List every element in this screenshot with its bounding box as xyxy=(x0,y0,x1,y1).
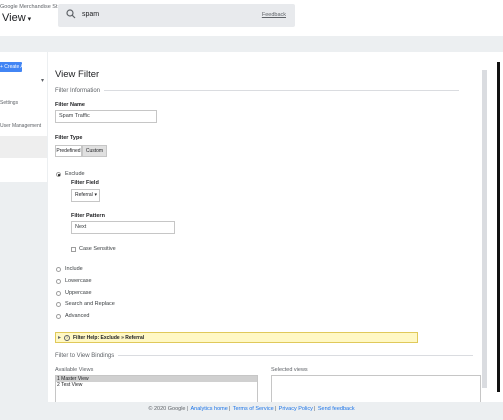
radio-search-and-replace[interactable] xyxy=(56,302,61,307)
radio-advanced[interactable] xyxy=(56,314,61,319)
right-edge xyxy=(490,52,503,402)
section-title: Filter to View Bindings xyxy=(55,353,115,359)
radio-exclude[interactable] xyxy=(56,172,61,177)
search-input[interactable]: spam xyxy=(82,11,99,18)
copyright: © 2020 Google xyxy=(148,406,186,412)
option-uppercase: Uppercase xyxy=(65,290,92,296)
create-account-button[interactable]: + Create Account xyxy=(0,62,22,72)
caret-down-icon: ▾ xyxy=(94,192,97,198)
option-advanced: Advanced xyxy=(65,313,90,319)
option-search-and-replace: Search and Replace xyxy=(65,301,115,307)
terms-of-service-link[interactable]: Terms of Service xyxy=(233,406,274,412)
selected-views-label: Selected views xyxy=(271,367,308,373)
option-include: Include xyxy=(65,266,83,272)
sidebar-item-user-management[interactable]: User Management xyxy=(0,123,41,129)
available-views-label: Available Views xyxy=(55,367,94,373)
filter-help-text: Filter Help: Exclude » Referral xyxy=(73,335,145,341)
analytics-home-link[interactable]: Analytics home xyxy=(190,406,227,412)
page-title: View Filter xyxy=(55,69,100,80)
filter-help-bar[interactable]: ▸ ? Filter Help: Exclude » Referral xyxy=(55,332,418,343)
feedback-link[interactable]: Feedback xyxy=(262,12,286,18)
caret-right-icon: ▸ xyxy=(58,335,62,341)
footer: © 2020 Google| Analytics home| Terms of … xyxy=(0,402,503,420)
search-icon xyxy=(66,9,76,19)
filter-name-input[interactable]: Spam Traffic xyxy=(55,110,157,123)
option-lowercase: Lowercase xyxy=(65,278,92,284)
caret-down-icon: ▾ xyxy=(27,16,32,23)
view-filter-card: View Filter Filter Information Filter Na… xyxy=(48,52,490,402)
filter-type-custom[interactable]: Custom xyxy=(82,145,107,157)
filter-field-value: Referral xyxy=(75,192,93,198)
account-name[interactable]: Google Merchandise St... xyxy=(0,4,62,10)
filter-type-predefined[interactable]: Predefined xyxy=(55,145,82,157)
caret-down-icon[interactable]: ▾ xyxy=(41,77,44,84)
view-label: View xyxy=(2,12,26,24)
exclude-label: Exclude xyxy=(65,171,85,177)
radio-uppercase[interactable] xyxy=(56,291,61,296)
search-box[interactable]: spam Feedback xyxy=(58,4,295,27)
section-filter-information: Filter Information xyxy=(55,88,460,94)
view-selector[interactable]: View ▾ xyxy=(2,12,31,24)
case-sensitive-label: Case Sensitive xyxy=(79,246,116,252)
admin-left-panel: + Create Account ▾ Settings User Managem… xyxy=(0,52,47,182)
filter-name-label: Filter Name xyxy=(55,102,85,108)
filter-type-label: Filter Type xyxy=(55,135,83,141)
selected-views-list[interactable] xyxy=(271,375,481,402)
send-feedback-link[interactable]: Send feedback xyxy=(318,406,355,412)
help-icon: ? xyxy=(64,334,70,341)
case-sensitive-checkbox[interactable] xyxy=(71,247,76,252)
radio-include[interactable] xyxy=(56,267,61,272)
filter-pattern-label: Filter Pattern xyxy=(71,213,105,219)
sidebar-item-selected[interactable] xyxy=(0,136,47,158)
filter-field-label: Filter Field xyxy=(71,180,99,186)
sidebar-item-settings[interactable]: Settings xyxy=(0,100,18,106)
section-view-bindings: Filter to View Bindings xyxy=(55,353,474,359)
scrollbar[interactable] xyxy=(482,70,487,388)
list-item[interactable]: 2 Test View xyxy=(56,382,257,388)
available-views-list[interactable]: 1 Master View 2 Test View xyxy=(55,375,258,402)
section-title: Filter Information xyxy=(55,88,101,94)
radio-lowercase[interactable] xyxy=(56,279,61,284)
top-bar: Google Merchandise St... View ▾ spam Feed… xyxy=(0,0,503,36)
privacy-policy-link[interactable]: Privacy Policy xyxy=(279,406,313,412)
filter-pattern-input[interactable]: Next xyxy=(71,221,175,234)
filter-field-dropdown[interactable]: Referral ▾ xyxy=(71,189,100,202)
